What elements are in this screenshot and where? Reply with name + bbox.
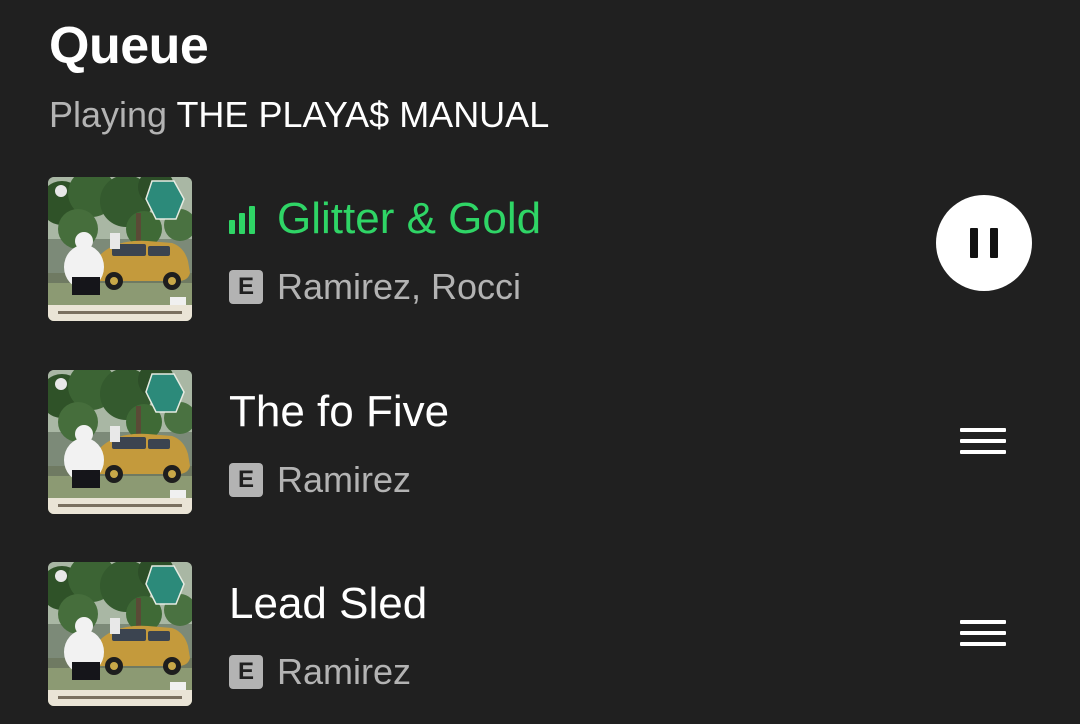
drag-handle-icon[interactable] xyxy=(956,422,1012,462)
queue-track-row[interactable]: The fo Five E Ramirez xyxy=(0,370,1080,516)
queue-track-row[interactable]: Lead Sled E Ramirez xyxy=(0,562,1080,708)
explicit-badge: E xyxy=(229,270,263,304)
pause-button[interactable] xyxy=(936,195,1032,291)
queue-track-row-now-playing[interactable]: Glitter & Gold E Ramirez, Rocci xyxy=(0,177,1080,323)
track-title: Lead Sled xyxy=(229,579,428,628)
track-title-text: Glitter & Gold xyxy=(277,194,542,243)
track-artists: Ramirez xyxy=(277,459,412,500)
explicit-badge: E xyxy=(229,655,263,689)
album-art xyxy=(48,177,192,321)
track-title: Glitter & Gold xyxy=(229,193,541,245)
context-playlist-name[interactable]: THE PLAYA$ MANUAL xyxy=(176,94,549,135)
track-meta: E Ramirez, Rocci xyxy=(229,265,521,309)
track-artists: Ramirez xyxy=(277,651,412,692)
context-label: Playing xyxy=(49,94,168,135)
queue-context: Playing THE PLAYA$ MANUAL xyxy=(49,92,549,138)
equalizer-icon xyxy=(229,204,263,234)
album-art xyxy=(48,370,192,514)
drag-handle-icon[interactable] xyxy=(956,614,1012,654)
track-meta: E Ramirez xyxy=(229,650,411,694)
track-title: The fo Five xyxy=(229,387,450,436)
album-art xyxy=(48,562,192,706)
explicit-badge: E xyxy=(229,463,263,497)
queue-title: Queue xyxy=(49,17,209,75)
track-artists: Ramirez, Rocci xyxy=(277,266,522,307)
track-meta: E Ramirez xyxy=(229,458,411,502)
